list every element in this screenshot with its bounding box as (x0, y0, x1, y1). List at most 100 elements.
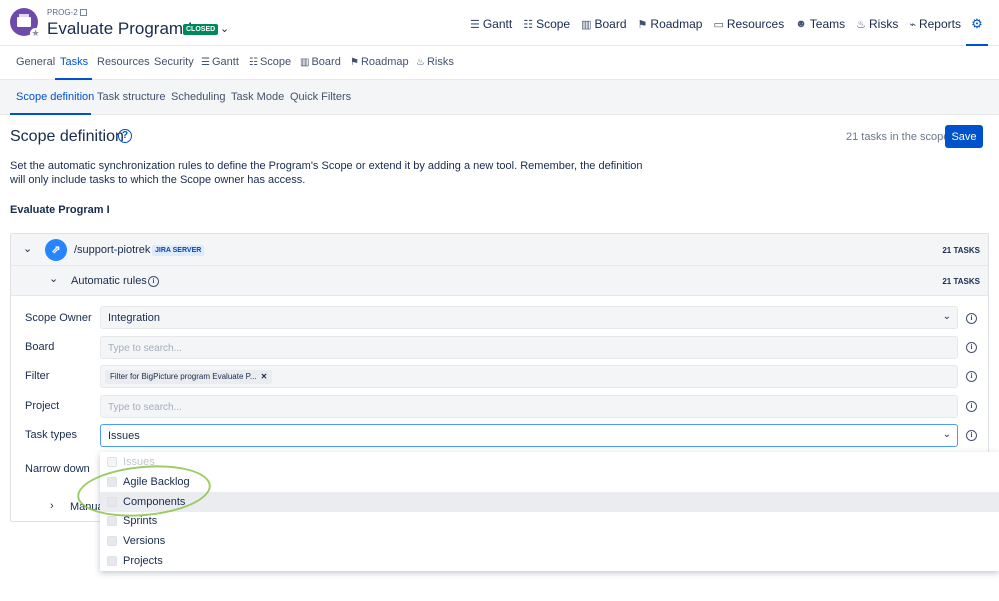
tab-board[interactable]: ▥ Board (300, 56, 341, 68)
tab-label: Board (311, 56, 341, 68)
scope-owner-value: Integration (108, 312, 160, 324)
automatic-rules-label: Automatic rules (71, 275, 147, 287)
tab-security[interactable]: Security (154, 56, 194, 68)
subtab-task-mode[interactable]: Task Mode (231, 91, 284, 103)
subtab-scheduling[interactable]: Scheduling (171, 91, 225, 103)
gantt-icon: ☰ (469, 18, 480, 31)
task-types-select[interactable]: Issues ⌄ (100, 424, 958, 447)
info-icon[interactable]: i (966, 401, 977, 412)
board-search-input[interactable]: Type to search... (100, 336, 958, 359)
program-avatar[interactable]: ★ (10, 8, 41, 39)
board-icon: ▥ (300, 57, 310, 68)
filter-chip: Filter for BigPicture program Evaluate P… (105, 370, 273, 384)
star-icon[interactable]: ★ (30, 28, 41, 39)
info-icon[interactable]: i (966, 342, 977, 353)
checkbox[interactable] (107, 516, 117, 526)
scope-description: Set the automatic synchronization rules … (10, 160, 643, 186)
program-key: PROG-2 (47, 8, 87, 17)
option-sprints[interactable]: Sprints (100, 511, 999, 531)
nav-label: Reports (918, 17, 961, 31)
nav-reports[interactable]: ⌁ Reports (909, 17, 961, 31)
settings-button[interactable]: ⚙ (966, 14, 988, 46)
chevron-down-icon[interactable]: ⌄ (220, 22, 229, 35)
chevron-down-icon: ⌄ (942, 311, 951, 322)
option-issues: Issues (100, 452, 999, 472)
program-key-text: PROG-2 (47, 8, 78, 17)
help-icon[interactable]: ? (118, 129, 132, 143)
gear-icon: ⚙ (971, 16, 983, 31)
option-components[interactable]: Components (100, 492, 999, 512)
remove-chip-icon[interactable]: ✕ (261, 372, 268, 381)
nav-label: Scope (536, 17, 571, 31)
source-name: /support-piotrek (74, 244, 151, 256)
subtab-scope-definition[interactable]: Scope definition (16, 91, 94, 103)
scope-owner-label: Scope Owner (25, 312, 92, 324)
source-row[interactable]: ⌄ ⇗ /support-piotrek JIRA SERVER 21 TASK… (11, 234, 988, 266)
nav-label: Roadmap (650, 17, 703, 31)
filter-label: Filter (25, 370, 50, 382)
gantt-icon: ☰ (201, 57, 210, 68)
nav-resources[interactable]: ▭ Resources (713, 17, 784, 31)
nav-teams[interactable]: ☻ Teams (795, 17, 845, 31)
option-label: Projects (123, 555, 163, 567)
nav-gantt[interactable]: ☰ Gantt (470, 17, 512, 31)
nav-roadmap[interactable]: ⚑ Roadmap (638, 17, 703, 31)
roadmap-icon: ⚑ (637, 18, 648, 31)
nav-label: Risks (869, 17, 899, 31)
nav-board[interactable]: ▥ Board (581, 17, 626, 31)
info-icon[interactable]: i (148, 276, 159, 287)
option-versions[interactable]: Versions (100, 531, 999, 551)
task-types-value: Issues (108, 430, 140, 442)
tab-gantt[interactable]: ☰ Gantt (201, 56, 239, 68)
tab-tasks[interactable]: Tasks (60, 56, 88, 68)
rules-task-count: 21 TASKS (942, 277, 980, 286)
save-button[interactable]: Save (945, 125, 983, 148)
info-icon[interactable]: i (966, 371, 977, 382)
checkbox[interactable] (107, 536, 117, 546)
tab-label: Scope (259, 56, 292, 68)
program-tabs: General Tasks Resources Security ☰ Gantt … (0, 46, 999, 80)
tab-label: Gantt (211, 56, 239, 68)
teams-icon: ☻ (795, 18, 807, 30)
project-placeholder: Type to search... (108, 402, 182, 413)
board-label: Board (25, 341, 55, 353)
nav-label: Gantt (482, 17, 513, 31)
checkbox[interactable] (107, 556, 117, 566)
narrow-down-label: Narrow down (25, 463, 90, 475)
tab-roadmap[interactable]: ⚑ Roadmap (350, 56, 409, 68)
option-agile-backlog[interactable]: Agile Backlog (100, 472, 999, 492)
option-label: Versions (123, 535, 166, 547)
tab-resources[interactable]: Resources (97, 56, 150, 68)
tab-risks[interactable]: ♨ Risks (416, 56, 454, 68)
filter-input[interactable]: Filter for BigPicture program Evaluate P… (100, 365, 958, 388)
chevron-down-icon[interactable]: ⌄ (49, 272, 58, 285)
subtab-quick-filters[interactable]: Quick Filters (290, 91, 351, 103)
info-icon[interactable]: i (966, 313, 977, 324)
chevron-right-icon[interactable]: › (50, 500, 54, 512)
project-search-input[interactable]: Type to search... (100, 395, 958, 418)
active-subtab-indicator (10, 113, 91, 115)
board-placeholder: Type to search... (108, 343, 182, 354)
copy-icon[interactable] (79, 9, 87, 16)
tasks-in-scope-count: 21 tasks in the scope (846, 131, 950, 143)
scope-icon: ☷ (523, 18, 534, 31)
tab-general[interactable]: General (16, 56, 55, 68)
scope-owner-select[interactable]: Integration ⌄ (100, 306, 958, 329)
nav-scope[interactable]: ☷ Scope (523, 17, 570, 31)
tab-scope[interactable]: ☷ Scope (249, 56, 291, 68)
option-projects[interactable]: Projects (100, 551, 999, 571)
tab-label: Roadmap (360, 56, 409, 68)
nav-risks[interactable]: ♨ Risks (856, 17, 898, 31)
subtab-task-structure[interactable]: Task structure (97, 91, 165, 103)
automatic-rules-row[interactable]: ⌄ Automatic rules i 21 TASKS (11, 266, 988, 296)
chevron-down-icon: ⌄ (942, 429, 951, 440)
program-section-name: Evaluate Program I (10, 204, 110, 216)
risks-icon: ♨ (416, 57, 425, 68)
chevron-down-icon[interactable]: ⌄ (23, 242, 32, 255)
source-type-badge: JIRA SERVER (152, 245, 205, 256)
nav-label: Resources (726, 17, 785, 31)
info-icon[interactable]: i (966, 430, 977, 441)
main-nav: ☰ Gantt ☷ Scope ▥ Board ⚑ Roadmap ▭ Resources… (459, 14, 961, 34)
reports-icon: ⌁ (909, 18, 916, 31)
jira-icon: ⇗ (45, 239, 67, 261)
